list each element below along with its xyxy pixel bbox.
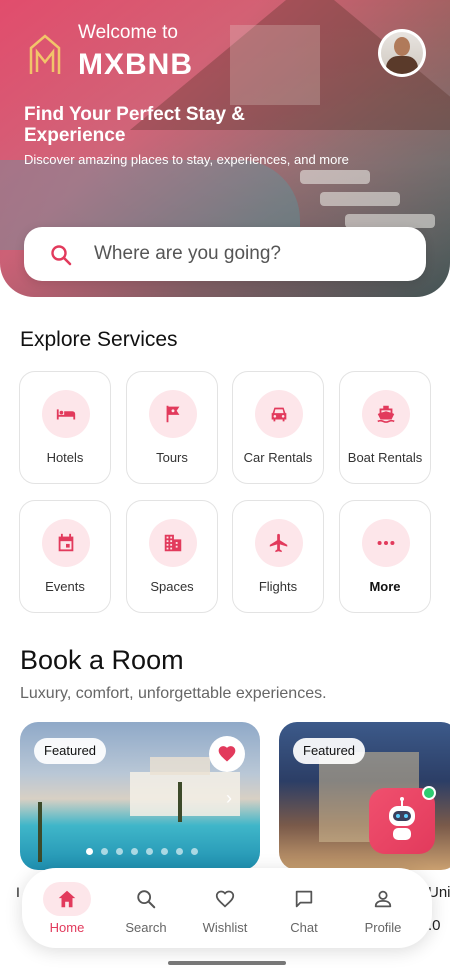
service-tours[interactable]: Tours [126, 371, 218, 484]
carousel-dot[interactable] [116, 848, 123, 855]
nav-label: Chat [290, 920, 318, 935]
search-bar[interactable] [24, 227, 426, 281]
section-subtitle-rooms: Luxury, comfort, unforgettable experienc… [20, 685, 327, 702]
room-photo-palm [38, 802, 42, 862]
heart-icon [201, 882, 249, 916]
service-label: Spaces [150, 579, 194, 594]
carousel-dots [86, 848, 198, 855]
nav-label: Profile [364, 920, 402, 935]
service-label: Flights [258, 579, 298, 594]
nav-profile[interactable]: Profile [348, 878, 418, 942]
service-boat-rentals[interactable]: Boat Rentals [339, 371, 431, 484]
online-status-dot [422, 786, 436, 800]
service-label: Hotels [46, 450, 84, 465]
carousel-dot[interactable] [86, 848, 93, 855]
section-title-services: Explore Services [20, 328, 178, 351]
nav-label: Wishlist [202, 920, 248, 935]
room-photo-building [130, 772, 240, 816]
service-more[interactable]: More [339, 500, 431, 613]
carousel-dot[interactable] [161, 848, 168, 855]
service-events[interactable]: Events [19, 500, 111, 613]
nav-home[interactable]: Home [32, 878, 102, 942]
service-label: More [369, 579, 401, 594]
carousel-dot[interactable] [146, 848, 153, 855]
hero-lounger [320, 192, 400, 206]
room-photo-building [150, 757, 210, 775]
room-card[interactable]: Featured › [20, 722, 260, 870]
chat-icon [280, 882, 328, 916]
carousel-dot[interactable] [191, 848, 198, 855]
bottom-nav: Home Search Wishlist Chat Profile [22, 868, 432, 948]
service-spaces[interactable]: Spaces [126, 500, 218, 613]
avatar[interactable] [378, 29, 426, 77]
carousel-dot[interactable] [176, 848, 183, 855]
home-indicator [168, 961, 286, 965]
featured-badge: Featured [34, 738, 107, 764]
carousel-dot[interactable] [101, 848, 108, 855]
more-icon [362, 519, 410, 567]
heart-icon [218, 746, 236, 762]
featured-badge: Featured [293, 738, 366, 764]
home-icon [43, 882, 91, 916]
service-label: Boat Rentals [347, 450, 423, 465]
service-car-rentals[interactable]: Car Rentals [232, 371, 324, 484]
welcome-text: Welcome to [78, 22, 178, 43]
nav-wishlist[interactable]: Wishlist [190, 878, 260, 942]
room-card-title-peek: I [16, 884, 20, 900]
nav-label: Search [125, 920, 167, 935]
search-icon [51, 245, 72, 266]
service-flights[interactable]: Flights [232, 500, 324, 613]
hero-lounger [300, 170, 370, 184]
boat-icon [362, 390, 410, 438]
building-icon [149, 519, 197, 567]
chevron-right-icon[interactable]: › [226, 788, 232, 809]
hero-lounger [345, 214, 435, 228]
airplane-icon [255, 519, 303, 567]
nav-label: Home [49, 920, 85, 935]
hero-subtitle: Discover amazing places to stay, experie… [24, 152, 349, 167]
logo-icon [28, 32, 62, 76]
search-input[interactable] [94, 239, 414, 269]
nav-search[interactable]: Search [111, 878, 181, 942]
favorite-button[interactable] [209, 736, 245, 772]
service-label: Events [45, 579, 85, 594]
car-icon [255, 390, 303, 438]
flag-icon [149, 390, 197, 438]
carousel-dot[interactable] [131, 848, 138, 855]
brand-name: MXBNB [78, 48, 193, 81]
hero-title: Find Your Perfect Stay & Experience [24, 104, 246, 146]
search-icon [122, 882, 170, 916]
bed-icon [42, 390, 90, 438]
hero-building-shape [230, 25, 320, 105]
nav-chat[interactable]: Chat [269, 878, 339, 942]
person-icon [359, 882, 407, 916]
service-label: Car Rentals [243, 450, 313, 465]
room-photo-palm [178, 782, 182, 822]
service-hotels[interactable]: Hotels [19, 371, 111, 484]
section-title-rooms: Book a Room [20, 645, 184, 675]
calendar-icon [42, 519, 90, 567]
service-label: Tours [156, 450, 188, 465]
